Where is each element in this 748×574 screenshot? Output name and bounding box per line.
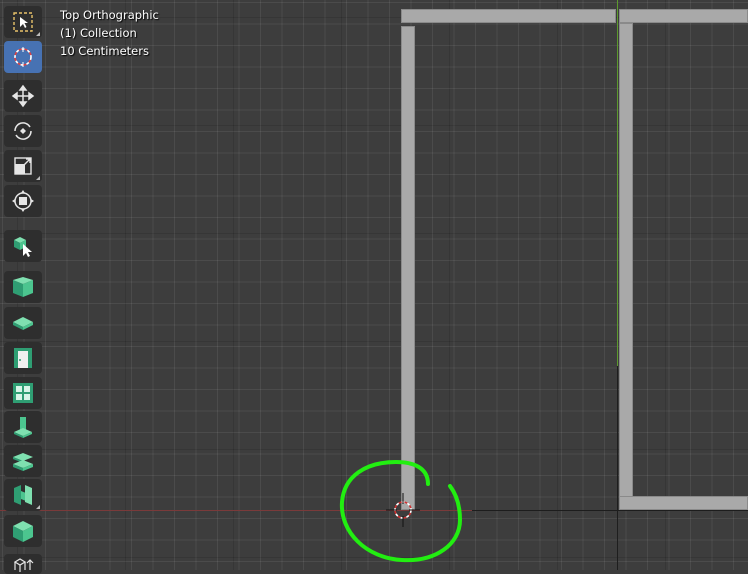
select-box-icon — [13, 12, 33, 32]
wall-icon — [13, 277, 33, 297]
y-axis-line — [617, 0, 618, 366]
x-axis-line-segment — [472, 510, 748, 511]
tool-submenu-corner — [36, 505, 40, 509]
annotation-circle — [339, 459, 463, 563]
wall-top-left[interactable] — [401, 9, 616, 23]
slab-tool[interactable] — [4, 307, 42, 339]
3d-viewport[interactable]: Top Orthographic (1) Collection 10 Centi… — [0, 0, 748, 570]
wall-left[interactable] — [401, 26, 415, 510]
object-tool[interactable] — [4, 515, 42, 547]
tool-submenu-corner — [36, 32, 40, 36]
transform-tool[interactable] — [4, 185, 42, 217]
collection-name: (1) Collection — [60, 26, 137, 40]
object-icon — [13, 521, 33, 542]
wall-bottom-right[interactable] — [619, 496, 748, 510]
move-icon — [11, 84, 35, 108]
stair-icon — [13, 453, 33, 471]
view-name: Top Orthographic — [60, 8, 159, 22]
viewport-info: Top Orthographic (1) Collection 10 Centi… — [60, 6, 159, 60]
bim-select-icon — [14, 237, 32, 257]
tool-submenu-corner — [36, 176, 40, 180]
move-tool[interactable] — [4, 80, 42, 112]
beam-tool[interactable] — [4, 479, 42, 511]
cursor-icon — [14, 47, 32, 67]
stair-tool[interactable] — [4, 445, 42, 477]
grid-scale: 10 Centimeters — [60, 44, 149, 58]
y-axis-line-segment — [617, 366, 618, 570]
more-tool[interactable] — [4, 554, 42, 574]
bim-select-tool[interactable] — [4, 230, 42, 262]
cursor-tool[interactable] — [4, 41, 42, 73]
wall-top-right[interactable] — [619, 9, 748, 23]
scale-icon — [14, 157, 32, 175]
slab-icon — [13, 317, 33, 330]
select-box-tool[interactable] — [4, 6, 42, 38]
rotate-icon — [14, 122, 32, 140]
door-tool[interactable] — [4, 342, 42, 374]
column-tool[interactable] — [4, 411, 42, 443]
scale-tool[interactable] — [4, 150, 42, 182]
door-icon — [14, 348, 32, 368]
wall-tool[interactable] — [4, 271, 42, 303]
tool-shelf — [0, 0, 44, 574]
transform-icon — [12, 190, 34, 212]
wall-right[interactable] — [619, 23, 633, 497]
window-tool[interactable] — [4, 377, 42, 409]
column-icon — [14, 417, 32, 438]
rotate-tool[interactable] — [4, 115, 42, 147]
window-icon — [13, 383, 33, 403]
beam-icon — [14, 485, 32, 505]
